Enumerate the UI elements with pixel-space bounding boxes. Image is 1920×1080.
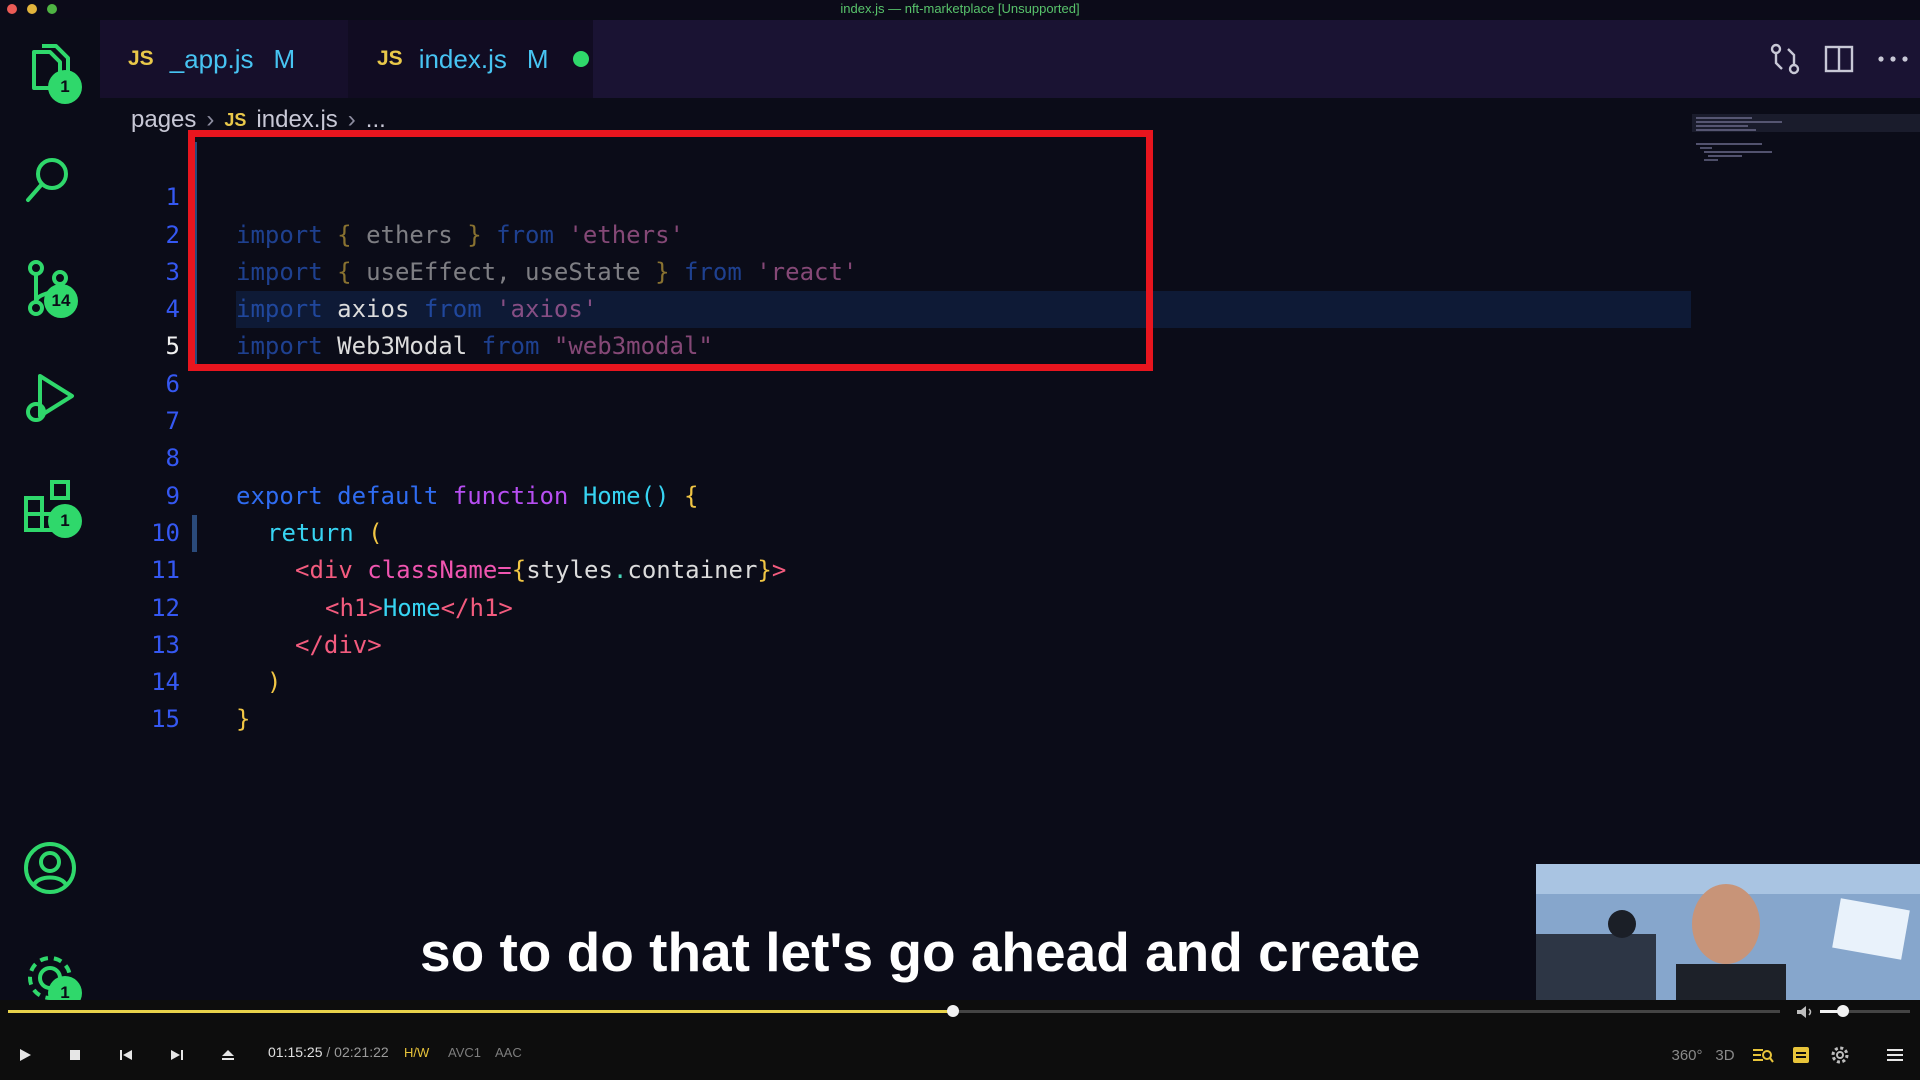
split-editor-button[interactable]: [1812, 32, 1866, 86]
stop-icon: [70, 1050, 80, 1060]
screen: { "window": { "title": "index.js — nft-m…: [0, 0, 1920, 1080]
code-line: 14 }: [100, 627, 1700, 733]
open-changes-button[interactable]: [1758, 32, 1812, 86]
minimap[interactable]: [1692, 114, 1912, 204]
subtitles-icon: [1793, 1047, 1809, 1063]
seek-progress: [8, 1010, 954, 1013]
code-line: 7: [100, 366, 1700, 435]
more-actions-button[interactable]: [1866, 32, 1920, 86]
explorer-button[interactable]: 1: [20, 40, 82, 104]
presenter-image: [1536, 864, 1920, 1000]
extensions-badge: 1: [48, 504, 82, 538]
skip-previous-icon: [120, 1050, 132, 1060]
javascript-file-icon: JS: [224, 109, 247, 130]
settings-button[interactable]: [1825, 1040, 1855, 1070]
editor-actions: [1758, 20, 1920, 98]
javascript-file-icon: JS: [377, 47, 403, 70]
annotation-highlight-box: [188, 130, 1153, 371]
play-button[interactable]: [10, 1040, 40, 1070]
code-line: 12 </div>: [100, 552, 1700, 659]
seek-bar[interactable]: [8, 1005, 1780, 1017]
eject-button[interactable]: [213, 1040, 243, 1070]
total-time: 02:21:22: [334, 1044, 389, 1060]
subtitles-button[interactable]: [1786, 1040, 1816, 1070]
volume-button[interactable]: [1796, 1004, 1814, 1023]
extensions-button[interactable]: 1: [20, 476, 82, 538]
activity-bar: 1 14 1 1: [0, 18, 100, 1010]
unsaved-dot-icon[interactable]: [572, 51, 589, 67]
split-editor-icon: [1824, 45, 1854, 73]
more-icon: [1878, 56, 1908, 62]
modified-indicator: M: [526, 43, 549, 74]
code-text: }: [236, 705, 251, 734]
accounts-button[interactable]: [20, 838, 80, 898]
stop-button[interactable]: [60, 1040, 90, 1070]
tab-label: index.js: [418, 43, 507, 74]
line-number: 15: [151, 705, 180, 734]
javascript-file-icon: JS: [128, 47, 154, 70]
manage-button[interactable]: 1: [20, 948, 82, 1010]
previous-button[interactable]: [111, 1040, 141, 1070]
modified-indicator: M: [273, 43, 296, 74]
current-time: 01:15:25: [268, 1044, 323, 1060]
breadcrumb-folder[interactable]: pages: [131, 106, 196, 134]
account-icon: [24, 842, 76, 894]
source-control-button[interactable]: 14: [20, 258, 80, 318]
webcam-overlay: [1536, 864, 1920, 1000]
code-line: 13 ): [100, 590, 1700, 696]
time-separator: /: [326, 1044, 331, 1060]
source-control-badge: 14: [44, 284, 78, 318]
tab-bar: JS _app.js M JS index.js M: [100, 20, 1920, 98]
volume-slider[interactable]: [1820, 1005, 1910, 1017]
tab-app-js[interactable]: JS _app.js M: [100, 20, 348, 98]
code-line: 9 return (: [100, 440, 1700, 547]
gear-icon: [1831, 1046, 1849, 1064]
360-view-button[interactable]: 360°: [1670, 1040, 1704, 1070]
code-line: 10 <div className={styles.container}>: [100, 478, 1700, 584]
next-button[interactable]: [162, 1040, 192, 1070]
skip-next-icon: [171, 1050, 183, 1060]
run-debug-icon: [26, 374, 74, 422]
subtitle-search-icon: [1753, 1049, 1774, 1063]
play-icon: [20, 1049, 31, 1061]
video-caption: so to do that let's go ahead and create: [420, 921, 1421, 983]
code-line: 11 <h1>Home</h1>: [100, 515, 1700, 621]
search-icon: [26, 158, 68, 202]
compare-changes-icon: [1770, 43, 1800, 75]
hardware-decoding-badge: H/W: [404, 1045, 430, 1060]
search-button[interactable]: [20, 150, 80, 210]
tab-label: _app.js: [169, 43, 254, 74]
3d-mode-button[interactable]: 3D: [1710, 1040, 1740, 1070]
explorer-badge: 1: [48, 70, 82, 104]
video-player-controls: 01:15:25 / 02:21:22 H/W AVC1 AAC 360° 3D: [0, 1000, 1920, 1080]
code-line: 15: [100, 664, 1700, 733]
subtitle-search-button[interactable]: [1748, 1040, 1778, 1070]
video-codec-badge: AVC1: [448, 1045, 481, 1060]
run-and-debug-button[interactable]: [20, 368, 80, 428]
menu-button[interactable]: [1880, 1040, 1910, 1070]
title-bar: index.js — nft-marketplace [Unsupported]: [0, 0, 1920, 18]
code-lines[interactable]: 1 import { ethers } from 'ethers' 2 impo…: [100, 130, 1700, 733]
window-title: index.js — nft-marketplace [Unsupported]: [840, 1, 1080, 16]
eject-icon: [222, 1050, 234, 1060]
code-line: 8 export default function Home() {: [100, 403, 1700, 509]
tab-index-js[interactable]: JS index.js M: [348, 20, 593, 98]
hamburger-icon: [1887, 1049, 1903, 1061]
volume-handle[interactable]: [1836, 1005, 1849, 1017]
audio-codec-badge: AAC: [495, 1045, 522, 1060]
time-display: 01:15:25 / 02:21:22: [268, 1044, 389, 1060]
speaker-icon: [1797, 1006, 1812, 1018]
seek-handle[interactable]: [947, 1005, 960, 1017]
